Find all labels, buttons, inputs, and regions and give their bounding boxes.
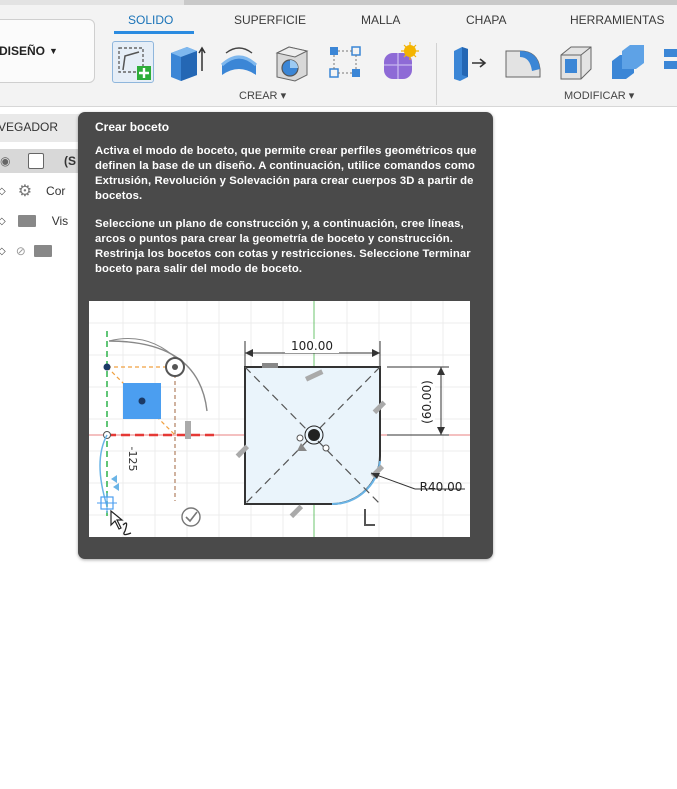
eye-icon[interactable]: ◉ [0,154,16,168]
form-button[interactable] [378,41,420,83]
pattern-icon [329,46,361,78]
browser-row-label: Cor [46,184,66,198]
fillet-icon [505,50,541,78]
tooltip-paragraph-1: Activa el modo de boceto, que permite cr… [95,145,477,202]
browser-row-views[interactable]: ◇ Vis [0,209,90,233]
shell-button[interactable] [555,41,597,83]
extrude-button[interactable] [165,41,207,83]
create-sketch-tooltip: Crear boceto Activa el modo de boceto, q… [78,112,493,559]
workspace-selector[interactable]: DISEÑO ▼ [0,19,95,83]
folder-icon [17,215,36,227]
combine-button[interactable] [608,41,650,83]
more-icon [664,49,677,69]
combine-icon [612,45,644,79]
workspace-label: DISEÑO [0,44,46,58]
chevron-down-icon: ▼ [49,46,58,56]
expand-arrow-icon[interactable]: ◇ [0,216,6,227]
form-icon [384,42,419,79]
pattern-button[interactable] [324,41,366,83]
expand-arrow-icon[interactable]: ◇ [0,246,6,257]
tooltip-illustration: 100.00 (60.00) R40.00 -125 [89,301,470,537]
group-separator [436,43,437,105]
browser-row-settings[interactable]: ◇ ⚙ Cor [0,179,90,203]
hole-button[interactable] [271,41,313,83]
eye-hidden-icon[interactable]: ⊘ [16,244,26,258]
browser-row-label: (S [64,154,76,168]
browser-title: VEGADOR [0,120,59,134]
shell-icon [560,46,592,80]
tab-malla[interactable]: MALLA [361,13,400,27]
group-crear[interactable]: CREAR ▾ [239,89,286,102]
tab-solido[interactable]: SOLIDO [128,13,173,27]
create-sketch-icon [118,47,151,80]
extrude-icon [171,46,206,81]
more-modify-button[interactable] [660,41,677,83]
active-tab-indicator [114,31,194,34]
sketch-illustration: 100.00 (60.00) R40.00 -125 [89,301,470,537]
gear-icon: ⚙ [17,183,33,200]
press-pull-button[interactable] [448,41,490,83]
toolbar: DISEÑO ▼ SOLIDO SUPERFICIE MALLA CHAPA H… [0,5,677,107]
dimension-height-label: (60.00) [420,380,434,424]
expand-arrow-icon[interactable]: ◇ [0,186,6,197]
create-sketch-button[interactable] [112,41,154,83]
browser-header: VEGADOR [0,114,90,142]
component-icon [28,153,44,169]
app-window: DISEÑO ▼ SOLIDO SUPERFICIE MALLA CHAPA H… [0,0,677,789]
tooltip-paragraph-2: Seleccione un plano de construcción y, a… [95,218,471,275]
browser-row-label: Vis [51,214,69,228]
tooltip-title: Crear boceto [95,120,170,134]
browser-row-root[interactable]: ◉ (S [0,149,90,173]
tab-superficie[interactable]: SUPERFICIE [234,13,306,27]
dimension-left-label: -125 [126,447,139,472]
dimension-radius-label: R40.00 [420,480,463,494]
group-modificar-label: MODIFICAR [564,90,626,102]
fillet-button[interactable] [502,41,544,83]
group-crear-label: CREAR [239,90,278,102]
revolve-button[interactable] [218,41,260,83]
browser-row-hidden[interactable]: ◇ ⊘ [0,239,90,263]
dimension-width-label: 100.00 [291,339,333,353]
tab-chapa[interactable]: CHAPA [466,13,506,27]
hole-icon [275,46,309,82]
group-modificar[interactable]: MODIFICAR ▾ [564,89,634,102]
revolve-icon [220,47,258,75]
folder-icon [33,245,52,257]
tab-herramientas[interactable]: HERRAMIENTAS [570,13,664,27]
press-pull-icon [454,47,487,81]
